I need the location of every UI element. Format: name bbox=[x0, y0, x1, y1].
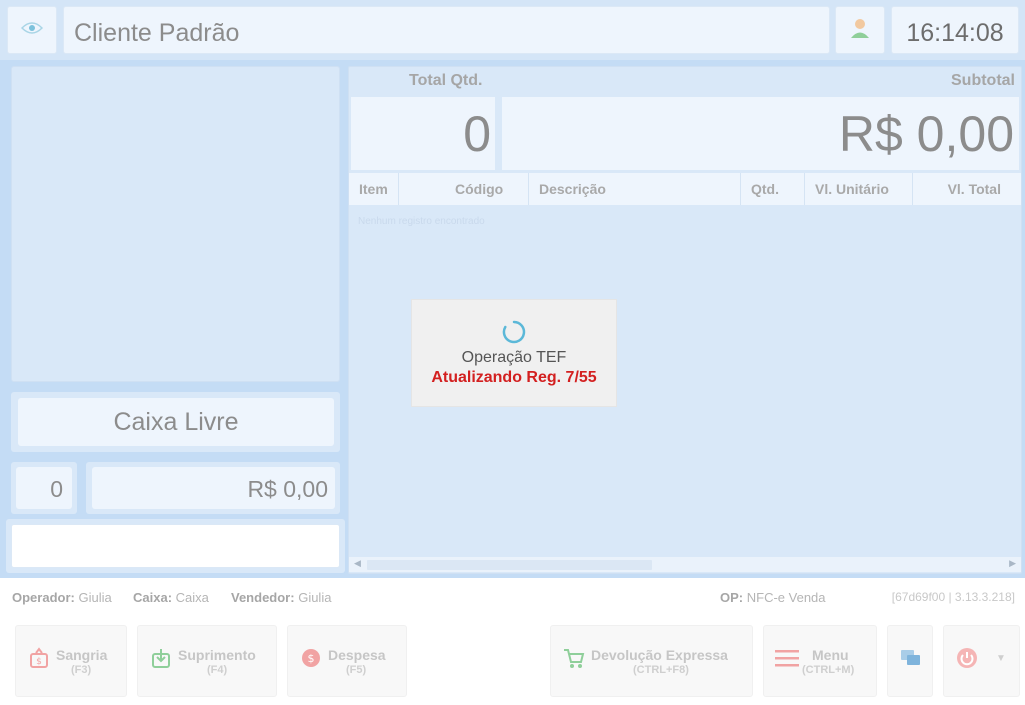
chevron-down-icon[interactable]: ▼ bbox=[988, 645, 1014, 671]
total-qty-value: 0 bbox=[463, 106, 491, 162]
coin-icon: $ bbox=[298, 645, 324, 671]
operator-label: Operador: bbox=[12, 590, 75, 605]
cashier-info: Caixa: Caixa bbox=[133, 590, 209, 605]
info-bar: Operador: Giulia Caixa: Caixa Vendedor: … bbox=[0, 580, 1025, 616]
empty-table-message: Nenhum registro encontrado bbox=[358, 216, 485, 227]
menu-button[interactable]: Menu (CTRL+M) bbox=[763, 625, 877, 697]
cashier-name: Caixa bbox=[175, 590, 209, 605]
clock: 16:14:08 bbox=[891, 6, 1019, 54]
scroll-right-icon[interactable]: ▶ bbox=[1009, 558, 1016, 569]
dialog-status: Atualizando Reg. 7/55 bbox=[431, 369, 597, 386]
loading-spinner-icon bbox=[502, 320, 526, 344]
sangria-button[interactable]: $ Sangria (F3) bbox=[15, 625, 127, 697]
product-image-panel bbox=[11, 66, 340, 382]
user-button[interactable] bbox=[835, 6, 885, 54]
money-in-icon bbox=[148, 645, 174, 671]
power-button[interactable]: ▼ bbox=[943, 625, 1020, 697]
build-version: [67d69f00 | 3.13.3.218] bbox=[891, 590, 1015, 604]
devolucao-expressa-button[interactable]: Devolução Expressa (CTRL+F8) bbox=[550, 625, 753, 697]
svg-text:$: $ bbox=[308, 652, 315, 665]
item-value-box: R$ 0,00 bbox=[92, 467, 335, 509]
column-header-vl-total[interactable]: Vl. Total bbox=[913, 173, 1021, 205]
cashier-status-text: Caixa Livre bbox=[113, 408, 239, 436]
money-bag-icon: $ bbox=[26, 645, 52, 671]
operation-label: OP: bbox=[720, 590, 744, 605]
menu-icon bbox=[774, 645, 800, 671]
subtotal-box: R$ 0,00 bbox=[502, 97, 1019, 170]
column-header-descricao[interactable]: Descrição bbox=[529, 173, 741, 205]
column-header-vl-unitario[interactable]: Vl. Unitário bbox=[805, 173, 913, 205]
cashier-label: Caixa: bbox=[133, 590, 173, 605]
item-count: 0 bbox=[50, 476, 63, 502]
dialog-title: Operação TEF bbox=[461, 349, 567, 366]
tef-operation-dialog: Operação TEF Atualizando Reg. 7/55 bbox=[411, 299, 617, 407]
total-qty-box: 0 bbox=[351, 97, 495, 170]
power-icon bbox=[954, 645, 980, 671]
view-toggle-button[interactable] bbox=[7, 6, 57, 54]
column-header-codigo[interactable]: Código bbox=[399, 173, 529, 205]
operation-name: NFC-e Venda bbox=[746, 590, 826, 605]
devolucao-label: Devolução Expressa bbox=[591, 647, 728, 663]
cashier-status: Caixa Livre bbox=[18, 398, 334, 446]
chat-icon bbox=[898, 645, 924, 671]
product-code-input[interactable] bbox=[11, 524, 340, 568]
operator-info: Operador: Giulia bbox=[12, 590, 112, 605]
suprimento-button[interactable]: Suprimento (F4) bbox=[137, 625, 277, 697]
user-icon bbox=[850, 17, 870, 44]
menu-shortcut: (CTRL+M) bbox=[802, 664, 855, 676]
chat-button[interactable] bbox=[887, 625, 933, 697]
suprimento-shortcut: (F4) bbox=[207, 664, 228, 676]
clock-time: 16:14:08 bbox=[906, 19, 1004, 47]
seller-label: Vendedor: bbox=[231, 590, 295, 605]
sangria-label: Sangria bbox=[56, 647, 108, 663]
operation-info: OP: NFC-e Venda bbox=[720, 590, 826, 605]
scrollbar-thumb[interactable] bbox=[367, 560, 652, 570]
horizontal-scrollbar[interactable]: ◀ ▶ bbox=[349, 557, 1021, 572]
seller-info: Vendedor: Giulia bbox=[231, 590, 331, 605]
sangria-shortcut: (F3) bbox=[71, 664, 92, 676]
despesa-shortcut: (F5) bbox=[346, 664, 367, 676]
devolucao-shortcut: (CTRL+F8) bbox=[633, 664, 689, 676]
svg-text:$: $ bbox=[36, 657, 42, 667]
eye-icon bbox=[20, 21, 44, 40]
subtotal-label: Subtotal bbox=[951, 72, 1015, 89]
seller-name: Giulia bbox=[298, 590, 332, 605]
item-value: R$ 0,00 bbox=[247, 476, 328, 502]
menu-label: Menu bbox=[812, 647, 849, 663]
column-header-qtd[interactable]: Qtd. bbox=[741, 173, 805, 205]
operator-name: Giulia bbox=[78, 590, 112, 605]
client-field[interactable]: Cliente Padrão bbox=[63, 6, 830, 54]
items-table-header: Item Código Descrição Qtd. Vl. Unitário … bbox=[349, 173, 1021, 205]
cart-icon bbox=[561, 645, 587, 671]
item-count-box: 0 bbox=[16, 467, 72, 509]
suprimento-label: Suprimento bbox=[178, 647, 256, 663]
scroll-left-icon[interactable]: ◀ bbox=[354, 558, 361, 569]
despesa-button[interactable]: $ Despesa (F5) bbox=[287, 625, 407, 697]
despesa-label: Despesa bbox=[328, 647, 386, 663]
total-qty-label: Total Qtd. bbox=[409, 72, 483, 89]
subtotal-value: R$ 0,00 bbox=[838, 106, 1014, 162]
client-name: Cliente Padrão bbox=[74, 19, 240, 47]
column-header-item[interactable]: Item bbox=[349, 173, 399, 205]
